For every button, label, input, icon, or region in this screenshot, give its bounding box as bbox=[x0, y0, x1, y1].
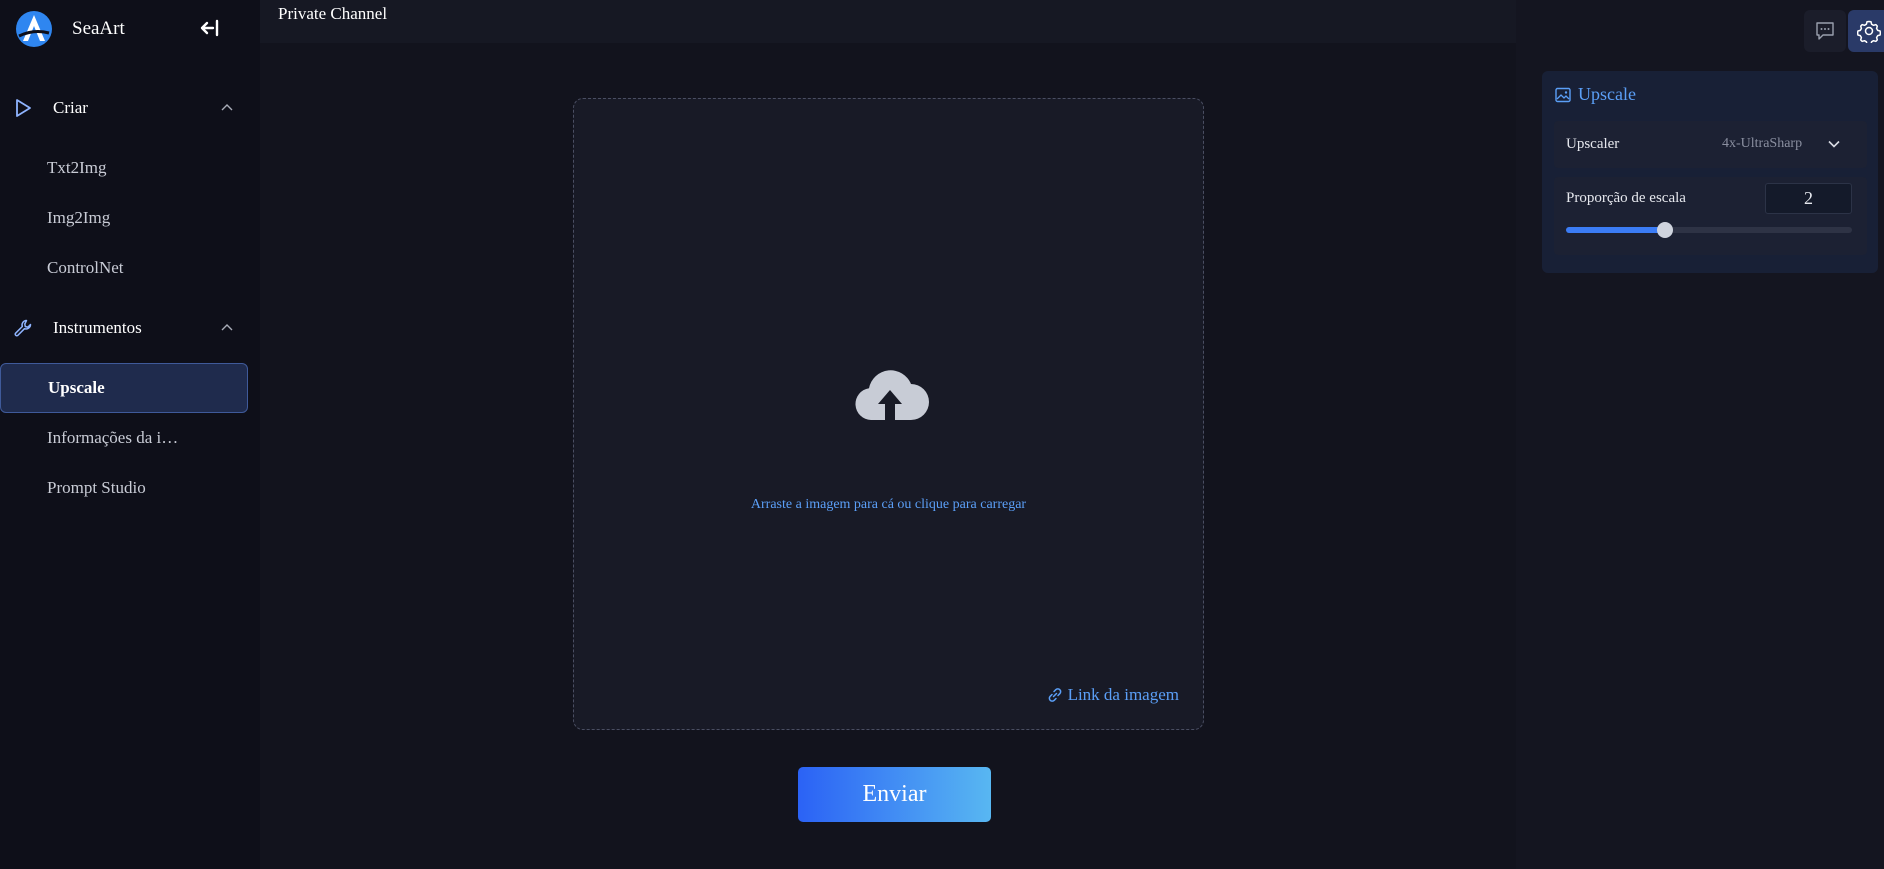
scale-control: Proporção de escala bbox=[1554, 177, 1867, 255]
scale-slider-fill bbox=[1566, 227, 1666, 233]
upscaler-label: Upscaler bbox=[1566, 136, 1620, 152]
image-icon bbox=[1555, 87, 1571, 102]
main-content: Arraste a imagem para cá ou clique para … bbox=[260, 43, 1516, 869]
panel-header: Upscale bbox=[1554, 84, 1636, 105]
topbar: Private Channel bbox=[260, 0, 1516, 43]
image-link-button[interactable]: Link da imagem bbox=[1046, 685, 1179, 705]
seaart-logo-icon bbox=[16, 11, 52, 47]
image-link-label: Link da imagem bbox=[1067, 685, 1179, 704]
panel-title: Upscale bbox=[1578, 84, 1636, 104]
section-instrumentos[interactable]: Instrumentos bbox=[0, 308, 260, 348]
page-title: Private Channel bbox=[278, 4, 388, 23]
brand[interactable]: SeaArt bbox=[14, 9, 125, 49]
submit-button[interactable]: Enviar bbox=[798, 767, 991, 822]
cloud-upload-icon bbox=[855, 370, 929, 420]
play-outline-icon bbox=[16, 99, 31, 117]
image-dropzone[interactable]: Arraste a imagem para cá ou clique para … bbox=[573, 98, 1204, 730]
section-criar-label: Criar bbox=[53, 98, 88, 117]
scale-slider-thumb[interactable] bbox=[1657, 222, 1674, 238]
section-instrumentos-label: Instrumentos bbox=[53, 318, 142, 337]
arrow-left-bar-icon bbox=[200, 19, 219, 37]
brand-name: SeaArt bbox=[72, 18, 125, 39]
upscaler-select[interactable]: Upscaler 4x-UltraSharp bbox=[1554, 121, 1867, 168]
app-root: SeaArt Criar Txt2Img Img2Img ControlNet bbox=[0, 0, 1884, 869]
chat-bubble-icon bbox=[1816, 22, 1834, 40]
scale-slider[interactable] bbox=[1566, 222, 1852, 238]
scale-input[interactable] bbox=[1765, 183, 1852, 214]
upscale-panel: Upscale Upscaler 4x-UltraSharp Proporção… bbox=[1542, 71, 1878, 273]
sidebar-item-img2img[interactable]: Img2Img bbox=[0, 193, 248, 243]
sidebar: SeaArt Criar Txt2Img Img2Img ControlNet bbox=[0, 0, 260, 869]
chat-button[interactable] bbox=[1804, 10, 1846, 52]
chevron-up-icon bbox=[221, 104, 233, 111]
chevron-down-icon bbox=[1828, 140, 1840, 148]
section-criar[interactable]: Criar bbox=[0, 88, 260, 128]
collapse-sidebar-button[interactable] bbox=[196, 15, 224, 41]
dropzone-hint: Arraste a imagem para cá ou clique para … bbox=[750, 497, 1027, 512]
sidebar-item-controlnet[interactable]: ControlNet bbox=[0, 243, 248, 293]
wrench-icon bbox=[14, 319, 32, 337]
sidebar-item-txt2img[interactable]: Txt2Img bbox=[0, 143, 248, 193]
sidebar-item-image-info[interactable]: Informações da i… bbox=[0, 413, 248, 463]
gear-icon bbox=[1857, 20, 1881, 43]
sidebar-item-upscale[interactable]: Upscale bbox=[0, 363, 248, 413]
upscaler-value: 4x-UltraSharp bbox=[1722, 136, 1803, 151]
link-icon bbox=[1048, 688, 1061, 702]
settings-sidebar: Upscale Upscaler 4x-UltraSharp Proporção… bbox=[1516, 0, 1884, 869]
settings-button[interactable] bbox=[1848, 10, 1884, 52]
scale-label: Proporção de escala bbox=[1566, 190, 1686, 206]
sidebar-item-prompt-studio[interactable]: Prompt Studio bbox=[0, 463, 248, 513]
chevron-up-icon bbox=[221, 324, 233, 331]
